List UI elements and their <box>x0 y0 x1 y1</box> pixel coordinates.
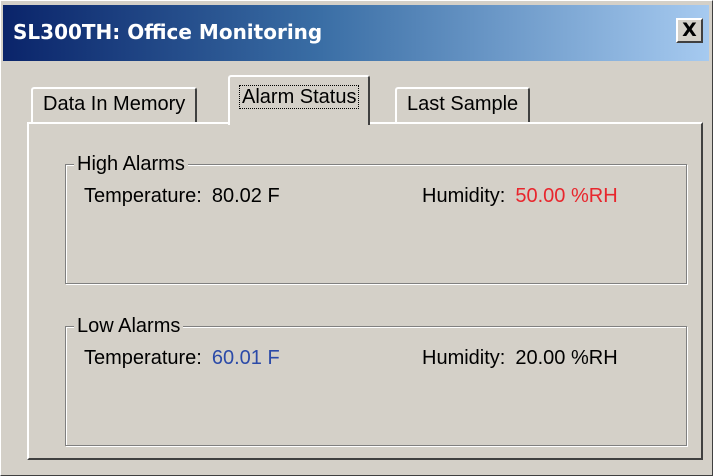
group-title: Low Alarms <box>74 313 184 339</box>
tab-label: Data In Memory <box>43 93 186 115</box>
high-humidity-field: Humidity: 50.00 %RH <box>422 183 618 209</box>
high-humidity-value: 50.00 %RH <box>515 185 618 207</box>
tab-last-sample[interactable]: Last Sample <box>395 87 531 123</box>
dialog-window: SL300TH: Office Monitoring X Data In Mem… <box>0 0 713 476</box>
temperature-label: Temperature: <box>84 185 202 207</box>
close-button[interactable]: X <box>676 18 703 43</box>
title-bar[interactable]: SL300TH: Office Monitoring X <box>3 5 709 61</box>
low-humidity-field: Humidity: 20.00 %RH <box>422 345 618 371</box>
low-temperature-field: Temperature: 60.01 F <box>84 345 280 371</box>
humidity-label: Humidity: <box>422 347 506 369</box>
high-temperature-value: 80.02 F <box>211 185 280 207</box>
tab-data-in-memory[interactable]: Data In Memory <box>31 87 198 123</box>
window-title: SL300TH: Office Monitoring <box>13 20 323 44</box>
tab-alarm-status[interactable]: Alarm Status <box>228 75 371 125</box>
low-alarms-group: Low Alarms Temperature: 60.01 F Humidity:… <box>65 313 687 446</box>
alarm-status-panel: High Alarms Temperature: 80.02 F Humidity… <box>27 122 703 460</box>
low-humidity-value: 20.00 %RH <box>515 347 618 369</box>
high-temperature-field: Temperature: 80.02 F <box>84 183 280 209</box>
tab-label: Alarm Status <box>238 85 360 109</box>
tab-label: Last Sample <box>407 93 519 115</box>
group-title: High Alarms <box>74 151 188 177</box>
low-temperature-value: 60.01 F <box>211 347 280 369</box>
high-alarms-group: High Alarms Temperature: 80.02 F Humidity… <box>65 151 687 284</box>
close-icon: X <box>682 19 697 41</box>
temperature-label: Temperature: <box>84 347 202 369</box>
humidity-label: Humidity: <box>422 185 506 207</box>
